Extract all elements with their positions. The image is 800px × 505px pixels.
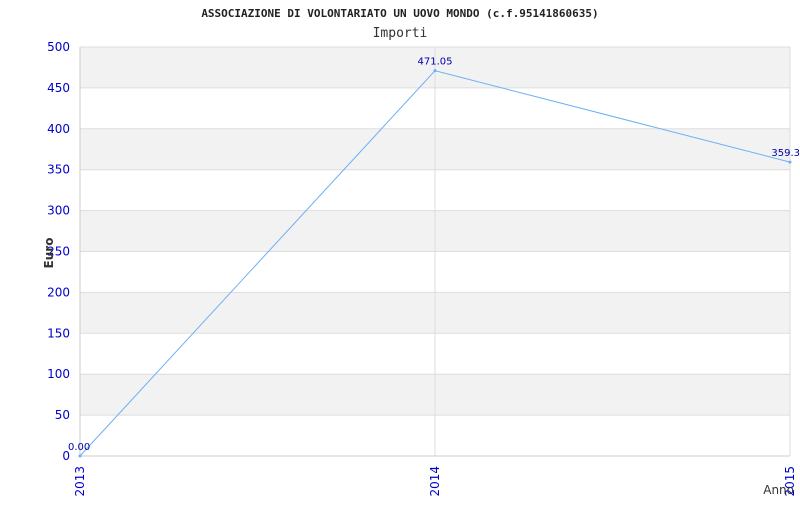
line-chart: 050100150200250300350400450500 2013 2014 2… — [42, 7, 800, 497]
y-tick-label: 50 — [55, 408, 70, 422]
y-tick-label: 300 — [47, 204, 70, 218]
y-axis-title: Euro — [42, 238, 56, 269]
y-tick-label: 100 — [47, 367, 70, 381]
chart-subtitle: Importi — [373, 26, 428, 41]
x-tick-labels: 2013 2014 2015 — [73, 466, 797, 497]
y-tick-label: 350 — [47, 163, 70, 177]
y-tick-label: 200 — [47, 285, 70, 299]
data-point — [788, 160, 792, 164]
data-point — [433, 69, 437, 73]
data-label: 471.05 — [418, 57, 453, 68]
data-label: 0.00 — [68, 442, 90, 453]
data-label: 359.3 — [771, 148, 800, 159]
x-axis-title: Anno — [763, 483, 794, 497]
x-tick-label: 2013 — [73, 466, 87, 497]
y-tick-label: 450 — [47, 81, 70, 95]
data-point — [78, 454, 82, 458]
y-tick-label: 400 — [47, 122, 70, 136]
chart-title: ASSOCIAZIONE DI VOLONTARIATO UN UOVO MON… — [201, 7, 598, 20]
y-tick-label: 500 — [47, 40, 70, 54]
y-tick-label: 150 — [47, 326, 70, 340]
x-tick-label: 2014 — [428, 466, 442, 497]
